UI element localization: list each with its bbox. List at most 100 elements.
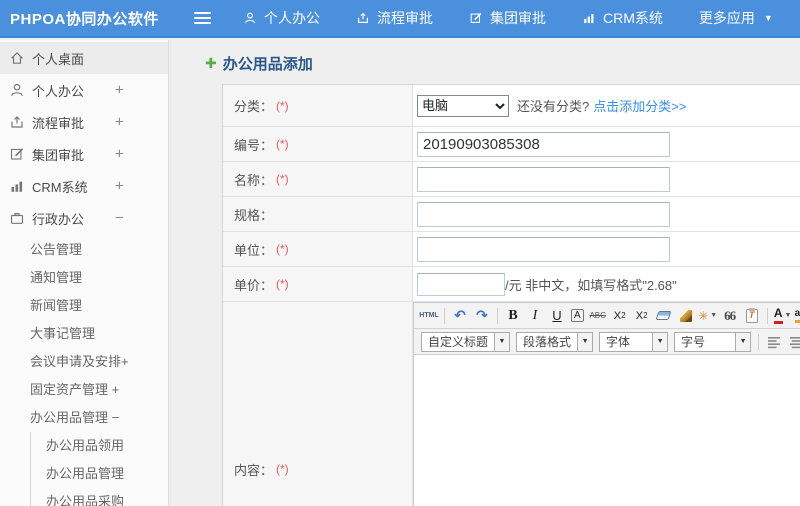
code-label: 编号： (*) [223, 127, 413, 161]
page-title: ✚ 办公用品添加 [205, 53, 800, 74]
hamburger-menu-icon[interactable] [194, 12, 211, 24]
align-left-icon[interactable] [764, 332, 784, 352]
sidebar-item-news-mgmt[interactable]: 新闻管理 [0, 290, 168, 318]
field-label: 名称： [234, 172, 274, 188]
format-brush-icon[interactable] [676, 306, 696, 326]
required-mark: (*) [276, 98, 289, 113]
form-row-category: 分类： (*) 电脑 还没有分类? 点击添加分类>> [223, 85, 800, 127]
collapse-toggle[interactable]: − [115, 210, 124, 227]
nav-label: 流程审批 [377, 10, 433, 26]
sidebar-sublabel: 会议申请及安排+ [30, 353, 129, 369]
undo-icon[interactable]: ↶ [450, 306, 470, 326]
sidebar-item-office-supplies-mgmt[interactable]: 办公用品管理 − [0, 402, 168, 430]
wand-glyph: ✳ [698, 308, 709, 323]
sidebar-item-crm[interactable]: CRM系统 + [0, 170, 168, 202]
required-mark: (*) [276, 242, 289, 256]
font-color-button[interactable]: A ▼ [773, 306, 793, 326]
field-label: 单位： [234, 242, 274, 258]
caret-down-icon: ▼ [577, 332, 593, 351]
caret-down-icon: ▼ [652, 332, 668, 351]
bar-chart-icon [9, 178, 25, 194]
sidebar-item-admin-office[interactable]: 行政办公 − [0, 202, 168, 234]
paragraph-format-select[interactable]: 段落格式 ▼ [516, 331, 594, 352]
highlight-glyph: ab [794, 308, 800, 323]
nav-workflow-approval[interactable]: 流程审批 [356, 8, 433, 28]
sidebar-sublabel: 办公用品管理 [46, 465, 125, 481]
sidebar-item-desktop[interactable]: 个人桌面 [0, 42, 168, 74]
font-style-button[interactable]: A [571, 309, 584, 322]
field-label: 规格： [234, 207, 274, 223]
add-category-link[interactable]: 点击添加分类>> [593, 96, 686, 115]
category-select[interactable]: 电脑 [417, 94, 509, 117]
required-mark: (*) [276, 277, 289, 291]
workflow-icon [356, 11, 370, 25]
price-label: 单价： (*) [223, 267, 413, 301]
sidebar-item-fixed-assets[interactable]: 固定资产管理 + [0, 374, 168, 402]
expand-toggle[interactable]: + [115, 82, 124, 99]
price-input[interactable] [417, 272, 505, 296]
code-input[interactable] [417, 131, 670, 157]
price-format-hint: /元 非中文，如填写格式"2.68" [505, 277, 677, 293]
superscript-button[interactable]: X2 [610, 306, 630, 326]
field-label: 编号： [234, 137, 274, 153]
required-mark: (*) [276, 462, 289, 476]
align-center-icon[interactable] [786, 332, 800, 352]
paste-icon[interactable]: T [742, 306, 762, 326]
italic-button[interactable]: I [525, 306, 545, 326]
sidebar-label: 个人办公 [32, 83, 85, 99]
bold-button[interactable]: B [503, 306, 523, 326]
source-code-button[interactable]: HTML [419, 306, 439, 326]
sidebar-item-workflow-approval[interactable]: 流程审批 + [0, 106, 168, 138]
sidebar-label: 行政办公 [32, 211, 85, 227]
form-row-name: 名称： (*) [223, 162, 800, 197]
field-label: 分类： [234, 99, 274, 114]
blockquote-button[interactable]: 66 [720, 306, 740, 326]
subscript-button[interactable]: X2 [632, 306, 652, 326]
heading-select[interactable]: 自定义标题 ▼ [421, 331, 511, 352]
field-label: 单价： [234, 277, 274, 293]
nav-personal-office[interactable]: 个人办公 [243, 8, 320, 28]
sidebar-item-announcement-mgmt[interactable]: 公告管理 [0, 234, 168, 262]
sidebar-label: 集团审批 [32, 147, 85, 163]
sidebar-item-group-approval[interactable]: 集团审批 + [0, 138, 168, 170]
nav-label: CRM系统 [603, 10, 663, 26]
nav-more-apps[interactable]: 更多应用 ▼ [699, 8, 773, 28]
sidebar-label: 流程审批 [32, 115, 85, 131]
expand-toggle[interactable]: + [115, 114, 124, 131]
spec-input[interactable] [417, 201, 670, 227]
font-color-glyph: A [773, 307, 783, 324]
form-row-content: 内容： (*) HTML ↶ ↷ B I U A ABC X 2 X 2 ✳ ▼… [223, 302, 800, 506]
sidebar-label: CRM系统 [32, 179, 88, 195]
underline-button[interactable]: U [547, 306, 567, 326]
nav-group-approval[interactable]: 集团审批 [469, 8, 546, 28]
font-size-select[interactable]: 字号 ▼ [674, 331, 752, 352]
font-family-select[interactable]: 字体 ▼ [599, 331, 669, 352]
sidebar-item-supplies-purchase[interactable]: 办公用品采购 [0, 486, 168, 506]
office-supplies-submenu: 办公用品领用 办公用品管理 办公用品采购 [0, 430, 168, 506]
editor-toolbar-row1: HTML ↶ ↷ B I U A ABC X2 X2 ✳ ▼ 66 T A ▼ … [414, 303, 800, 329]
editor-content-area[interactable] [414, 355, 800, 506]
sidebar-item-notice-mgmt[interactable]: 通知管理 [0, 262, 168, 290]
sidebar-item-supplies-manage[interactable]: 办公用品管理 [0, 458, 168, 486]
eraser-icon[interactable] [654, 306, 674, 326]
main-content: ✚ 办公用品添加 分类： (*) 电脑 还没有分类? 点击添加分类>> 编号： … [170, 40, 800, 506]
expand-toggle[interactable]: + [115, 178, 124, 195]
subscript-base: X [635, 309, 644, 322]
name-input[interactable] [417, 166, 670, 192]
bar-chart-icon [582, 11, 596, 25]
sidebar-item-memorabilia-mgmt[interactable]: 大事记管理 [0, 318, 168, 346]
sidebar-sublabel: 固定资产管理 + [30, 381, 120, 397]
redo-icon[interactable]: ↷ [472, 306, 492, 326]
unit-input[interactable] [417, 236, 670, 262]
top-nav: 个人办公 流程审批 集团审批 CRM系统 更多应用 ▼ [243, 8, 773, 28]
sidebar-item-personal-office[interactable]: 个人办公 + [0, 74, 168, 106]
auto-format-icon[interactable]: ✳ ▼ [698, 306, 718, 326]
nav-crm-system[interactable]: CRM系统 [582, 8, 663, 28]
strikethrough-button[interactable]: ABC [588, 306, 608, 326]
user-icon [243, 11, 257, 25]
sidebar-item-meeting-request[interactable]: 会议申请及安排+ [0, 346, 168, 374]
sidebar-item-supplies-claim[interactable]: 办公用品领用 [0, 430, 168, 458]
sidebar-sublabel: 公告管理 [30, 241, 83, 257]
highlight-color-button[interactable]: ab▼ [794, 306, 800, 326]
expand-toggle[interactable]: + [115, 146, 124, 163]
